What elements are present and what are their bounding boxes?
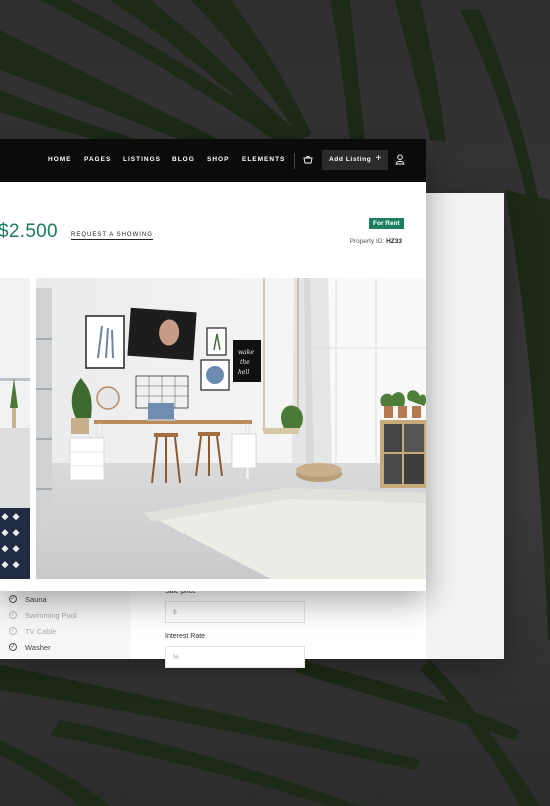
- check-circle-icon: ✓: [9, 611, 17, 619]
- svg-text:hell: hell: [238, 369, 249, 376]
- property-id-value: HZ33: [386, 238, 402, 245]
- feature-label: TV Cable: [25, 626, 57, 636]
- feature-label: Sauna: [25, 594, 47, 604]
- nav-item-shop[interactable]: SHOP: [207, 156, 229, 163]
- add-listing-button[interactable]: Add Listing +: [322, 150, 388, 170]
- svg-text:wake: wake: [238, 349, 254, 356]
- nav-item-elements[interactable]: ELEMENTS: [242, 156, 285, 163]
- top-navbar: HOME PAGES LISTINGS BLOG SHOP ELEMENTS A…: [0, 139, 426, 182]
- nav-item-pages[interactable]: PAGES: [84, 156, 111, 163]
- user-icon[interactable]: [395, 154, 405, 165]
- feature-item-swimming-pool: ✓ Swimming Pool: [9, 607, 77, 623]
- add-listing-label: Add Listing: [329, 156, 372, 163]
- feature-item-tv-cable: ✓ TV Cable: [9, 623, 77, 639]
- check-circle-icon: ✓: [9, 627, 17, 635]
- nav-item-listings[interactable]: LISTINGS: [123, 156, 161, 163]
- feature-label: Washer: [25, 642, 51, 652]
- nav-item-blog[interactable]: BLOG: [172, 156, 195, 163]
- gallery-photo-main[interactable]: wake the hell: [36, 278, 426, 579]
- features-list: ✓ Sauna ✓ Swimming Pool ✓ TV Cable ✓ Was…: [9, 591, 77, 655]
- mortgage-calculator: Sale price $ Interest Rate %: [165, 588, 305, 678]
- feature-label: Swimming Pool: [25, 610, 77, 620]
- plus-icon: +: [375, 153, 382, 164]
- listing-page-window: HOME PAGES LISTINGS BLOG SHOP ELEMENTS A…: [0, 139, 426, 591]
- property-id-label: Property ID:: [349, 238, 385, 245]
- cart-icon[interactable]: [303, 155, 313, 165]
- property-id: Property ID: HZ33: [350, 238, 402, 245]
- interest-rate-input[interactable]: %: [165, 646, 305, 668]
- sale-price-input[interactable]: $: [165, 601, 305, 623]
- nav-item-home[interactable]: HOME: [48, 156, 72, 163]
- nav-divider: [294, 153, 295, 169]
- request-showing-link[interactable]: REQUEST A SHOWING: [71, 232, 153, 240]
- check-circle-icon: ✓: [9, 643, 17, 651]
- listing-price: $2.500: [0, 221, 58, 242]
- svg-text:the: the: [240, 359, 250, 366]
- feature-item-washer: ✓ Washer: [9, 639, 77, 655]
- status-badge: For Rent: [369, 218, 404, 229]
- sidebar-strip: [426, 193, 504, 659]
- interest-rate-label: Interest Rate: [165, 633, 206, 640]
- check-circle-icon: ✓: [9, 595, 17, 603]
- feature-item-sauna: ✓ Sauna: [9, 591, 77, 607]
- gallery-photo-previous[interactable]: [0, 278, 30, 579]
